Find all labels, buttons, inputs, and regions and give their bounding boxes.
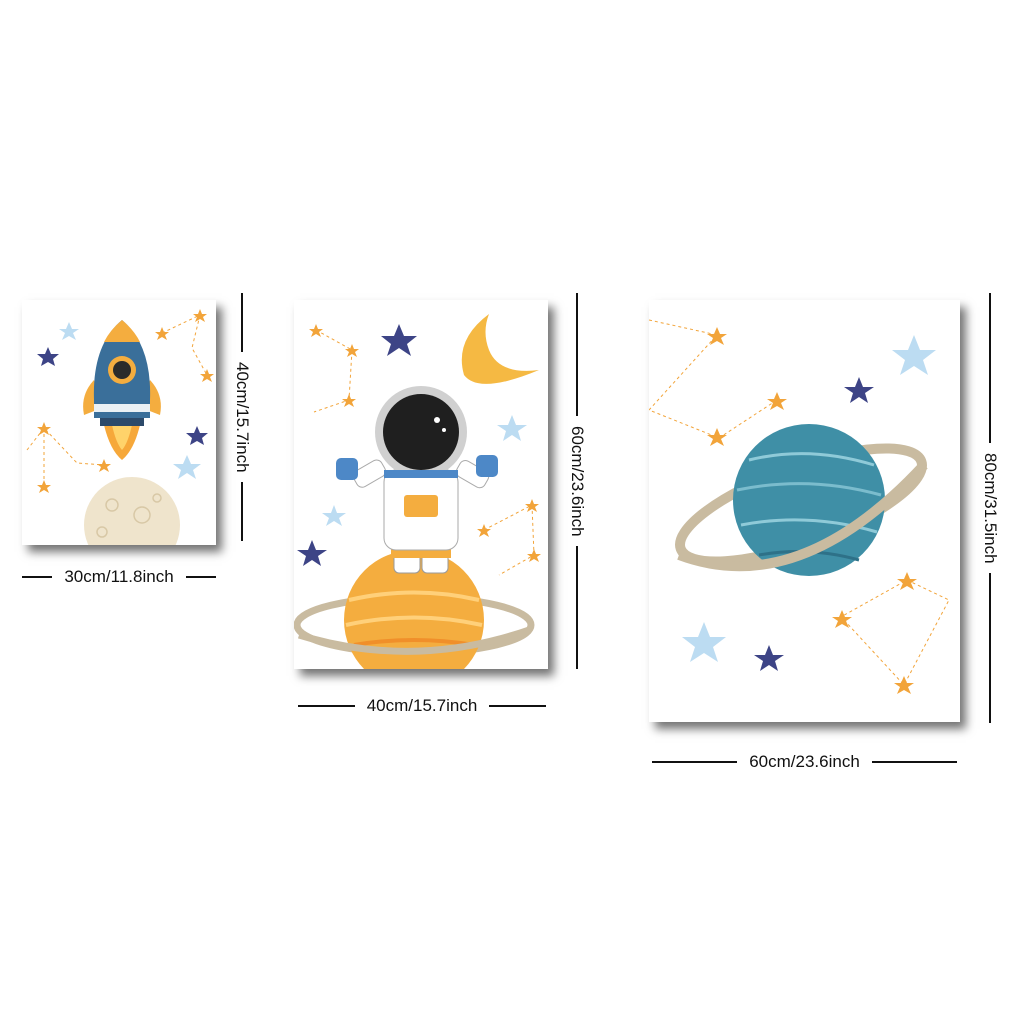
star-icon (477, 524, 491, 537)
star-icon (37, 347, 59, 366)
dimension-line (241, 482, 243, 542)
dimension-line (871, 761, 958, 763)
star-icon (844, 377, 874, 403)
astronaut-illustration (294, 314, 541, 669)
star-icon (37, 480, 51, 493)
star-icon (322, 505, 346, 526)
star-icon (342, 394, 356, 407)
width-dimension-planet: 60cm/23.6inch (652, 752, 958, 772)
dimension-line (989, 573, 991, 724)
height-dimension-rocket: 40cm/15.7inch (232, 293, 252, 542)
height-dimension-astronaut: 60cm/23.6inch (567, 293, 587, 670)
width-label: 60cm/23.6inch (749, 752, 860, 771)
height-label: 60cm/23.6inch (568, 425, 587, 537)
star-icon (754, 645, 784, 671)
dimension-line (22, 576, 53, 578)
star-icon (707, 428, 727, 446)
star-icon (297, 540, 327, 566)
star-icon (309, 324, 323, 337)
moon-icon (461, 314, 539, 384)
dimension-line (989, 293, 991, 443)
width-label: 40cm/15.7inch (366, 696, 478, 715)
star-icon (682, 622, 726, 662)
star-icon (155, 327, 169, 340)
star-icon (894, 676, 914, 694)
dimension-line (185, 576, 216, 578)
width-dimension-rocket: 30cm/11.8inch (22, 567, 216, 587)
star-icon (381, 324, 417, 356)
dimension-line (489, 705, 547, 707)
glove-icon (336, 458, 358, 480)
height-label: 80cm/31.5inch (981, 452, 1000, 564)
star-icon (525, 499, 539, 512)
star-icon (97, 459, 111, 472)
star-icon (897, 572, 917, 590)
planet-illustration (649, 319, 950, 694)
poster-astronaut (294, 300, 548, 669)
star-icon (173, 455, 201, 479)
star-icon (37, 422, 51, 435)
height-dimension-planet: 80cm/31.5inch (980, 293, 1000, 724)
dimension-line (241, 293, 243, 352)
star-icon (527, 549, 541, 562)
star-icon (497, 415, 527, 441)
width-dimension-astronaut: 40cm/15.7inch (298, 696, 547, 716)
dimension-line (576, 546, 578, 670)
star-icon (186, 426, 208, 445)
star-icon (892, 335, 936, 375)
width-label: 30cm/11.8inch (64, 567, 174, 586)
height-label: 40cm/15.7inch (233, 361, 252, 473)
star-icon (200, 369, 214, 382)
glove-icon (476, 455, 498, 477)
dimension-line (298, 705, 355, 707)
star-icon (59, 322, 79, 340)
dimension-line (652, 761, 738, 763)
poster-rocket (22, 300, 216, 545)
star-icon (345, 344, 359, 357)
poster-planet (649, 300, 960, 722)
rocket-illustration (26, 309, 214, 545)
dimension-line (576, 293, 578, 416)
star-icon (193, 309, 207, 322)
star-icon (767, 392, 787, 410)
